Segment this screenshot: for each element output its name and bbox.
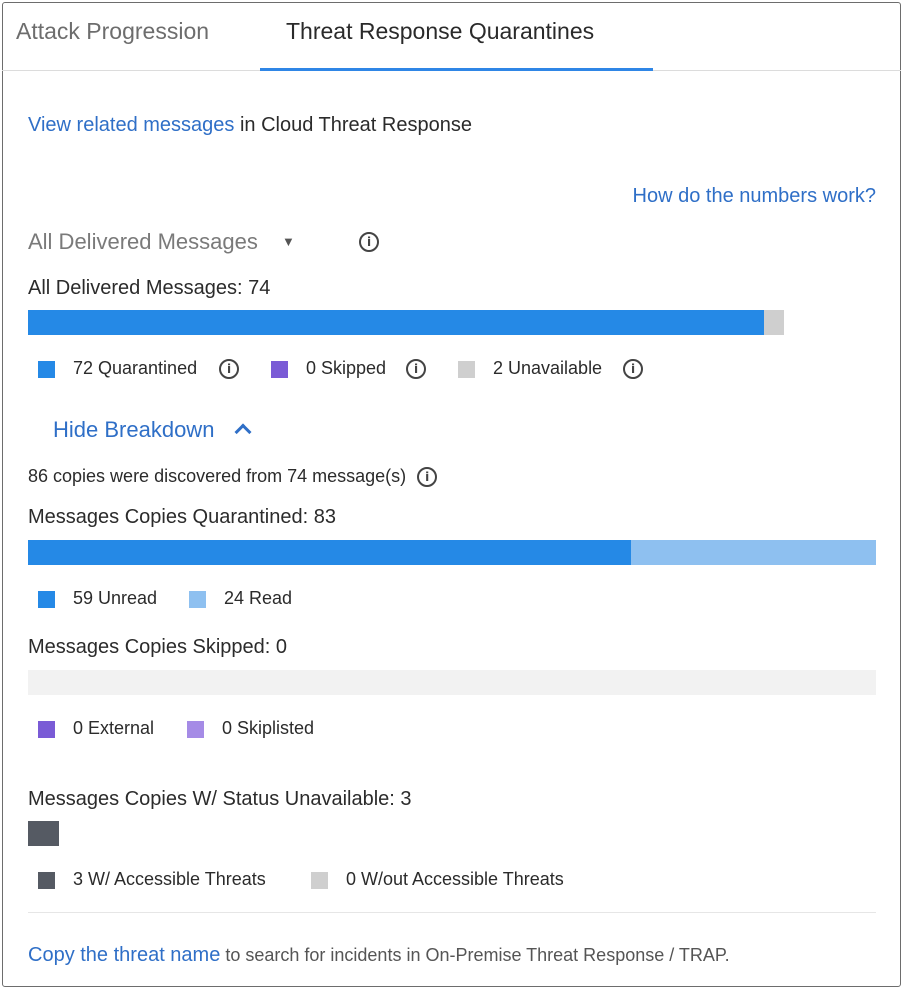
skipped-info-icon[interactable]: i [406,359,426,379]
unavailable-info-icon[interactable]: i [623,359,643,379]
copies-discovered-note: 86 copies were discovered from 74 messag… [28,466,438,488]
message-filter-dropdown[interactable]: All Delivered Messages ▼ [28,229,295,255]
delivered-title: All Delivered Messages: 74 [28,277,271,299]
tab-bar: Attack Progression Threat Response Quara… [2,2,901,71]
not-accessible-legend: 0 W/out Accessible Threats [346,869,564,889]
filter-info-icon[interactable]: i [359,232,379,252]
quarantined-info-icon[interactable]: i [219,359,239,379]
how-numbers-work-link[interactable]: How do the numbers work? [633,185,876,208]
quarantined-legend: 72 Quarantined [73,358,198,378]
unavailable-legend: 2 Unavailable [493,358,603,378]
chevron-up-icon [234,423,252,441]
related-messages-line: View related messages in Cloud Threat Re… [28,114,472,137]
copies-discovered-text: 86 copies were discovered from 74 messag… [28,466,407,486]
unread-legend: 59 Unread [73,588,158,608]
unread-segment[interactable] [28,540,631,565]
delivered-bar [28,310,784,335]
hide-breakdown-label: Hide Breakdown [53,417,215,442]
copies-unavailable-title: Messages Copies W/ Status Unavailable: 3 [28,788,412,810]
message-filter-value: All Delivered Messages [28,229,258,254]
copies-skipped-title: Messages Copies Skipped: 0 [28,636,288,658]
copies-skipped-bar [28,670,876,695]
accessible-threats-segment[interactable] [28,821,59,846]
copies-info-icon[interactable]: i [417,467,438,488]
skipped-legend: 0 Skipped [306,358,387,378]
footer-divider [28,912,876,913]
not-accessible-swatch [311,872,328,889]
tab-attack-progression[interactable]: Attack Progression [16,18,209,45]
skiplisted-legend: 0 Skiplisted [222,718,315,738]
delivered-unavailable-segment[interactable] [763,310,784,335]
unavailable-swatch [458,361,475,378]
external-legend: 0 External [73,718,155,738]
copies-unavailable-bar [28,821,59,846]
view-related-messages-link[interactable]: View related messages [28,114,234,136]
accessible-swatch [38,872,55,889]
skipped-swatch [271,361,288,378]
hide-breakdown-toggle[interactable]: Hide Breakdown [53,417,252,443]
read-legend: 24 Read [224,588,293,608]
delivered-quarantined-segment[interactable] [28,310,764,335]
read-swatch [189,591,206,608]
external-swatch [38,721,55,738]
copies-quarantined-title: Messages Copies Quarantined: 83 [28,506,336,528]
copies-quarantined-bar [28,540,876,565]
related-messages-suffix: in Cloud Threat Response [239,114,472,136]
read-segment[interactable] [630,540,876,565]
unread-swatch [38,591,55,608]
panel-frame [2,2,901,987]
tab-threat-response-quarantines[interactable]: Threat Response Quarantines [286,18,594,45]
footer-suffix: to search for incidents in On-Premise Th… [225,945,730,965]
copy-threat-name-link[interactable]: Copy the threat name [28,944,220,966]
caret-down-icon: ▼ [282,234,295,249]
quarantined-swatch [38,361,55,378]
skiplisted-swatch [187,721,204,738]
active-tab-indicator [260,68,653,71]
accessible-legend: 3 W/ Accessible Threats [73,869,266,889]
footer-line: Copy the threat name to search for incid… [28,944,730,967]
